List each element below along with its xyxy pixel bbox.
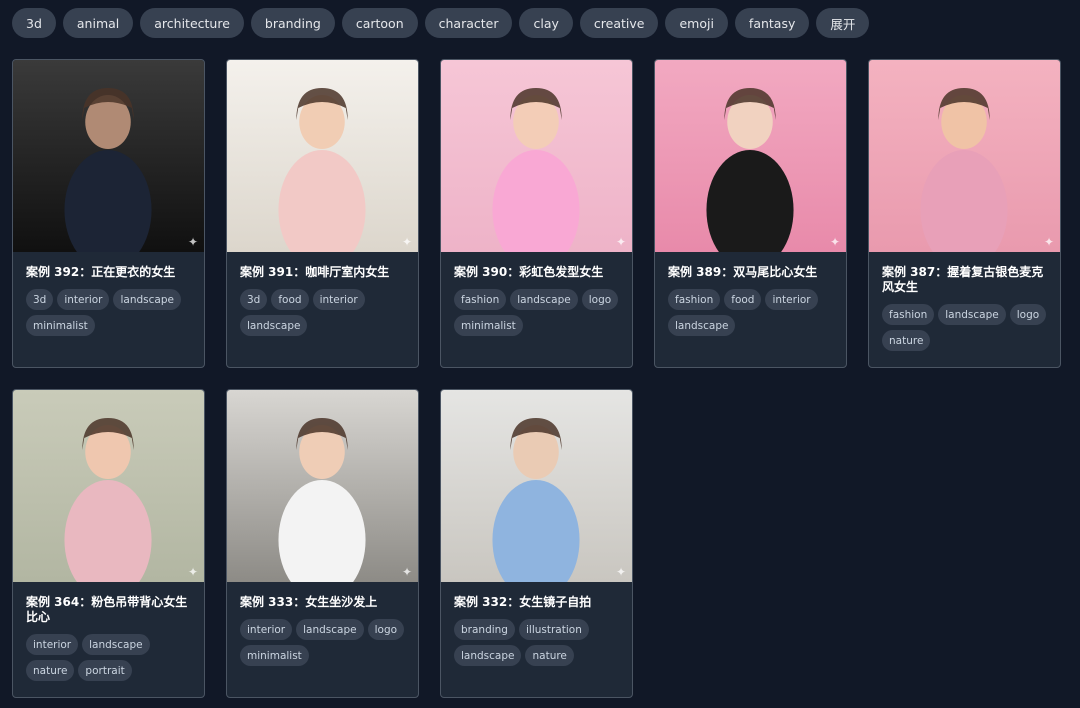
sparkle-icon: ✦	[615, 565, 626, 579]
tag-minimalist[interactable]: minimalist	[454, 315, 523, 336]
filter-chip-creative[interactable]: creative	[579, 8, 659, 38]
tag-landscape[interactable]: landscape	[113, 289, 181, 310]
sparkle-icon: ✦	[1043, 235, 1054, 249]
tag-list: interior landscape logo minimalist	[240, 619, 405, 666]
case-card[interactable]: ✦ 案例 392：正在更衣的女生 3d interior landscape minima…	[12, 59, 205, 368]
sparkle-icon: ✦	[401, 235, 412, 249]
filter-chip-clay[interactable]: clay	[519, 8, 573, 38]
tag-landscape[interactable]: landscape	[454, 645, 522, 666]
case-grid: ✦ 案例 392：正在更衣的女生 3d interior landscape minima…	[12, 59, 1061, 698]
filter-chip-character[interactable]: character	[424, 8, 513, 38]
case-card[interactable]: ✦ 案例 390：彩虹色发型女生 fashion landscape logo minim…	[440, 59, 633, 368]
filter-chip-architecture[interactable]: architecture	[140, 8, 244, 38]
sparkle-icon: ✦	[187, 235, 198, 249]
case-card[interactable]: ✦ 案例 364：粉色吊带背心女生比心 interior landscape natur…	[12, 389, 205, 698]
case-thumbnail[interactable]: ✦	[13, 60, 204, 252]
case-info: 案例 390：彩虹色发型女生 fashion landscape logo minima…	[441, 252, 632, 336]
tag-illustration[interactable]: illustration	[518, 619, 589, 640]
tag-3d[interactable]: 3d	[240, 289, 268, 310]
case-card[interactable]: ✦ 案例 389：双马尾比心女生 fashion food interior landsc…	[654, 59, 847, 368]
tag-3d[interactable]: 3d	[26, 289, 54, 310]
filter-chip-fantasy[interactable]: fantasy	[734, 8, 810, 38]
case-card[interactable]: ✦ 案例 387：握着复古银色麦克风女生 fashion landscape logo n…	[868, 59, 1061, 368]
tag-interior[interactable]: interior	[26, 634, 79, 655]
tag-nature[interactable]: nature	[26, 660, 75, 681]
tag-logo[interactable]: logo	[367, 619, 405, 640]
case-title: 案例 389：双马尾比心女生	[668, 265, 818, 279]
tag-minimalist[interactable]: minimalist	[240, 645, 309, 666]
case-info: 案例 392：正在更衣的女生 3d interior landscape minimal…	[13, 252, 204, 336]
tag-food[interactable]: food	[271, 289, 309, 310]
case-thumbnail[interactable]: ✦	[227, 390, 418, 582]
tag-interior[interactable]: interior	[765, 289, 818, 310]
tag-branding[interactable]: branding	[454, 619, 515, 640]
tag-landscape[interactable]: landscape	[668, 315, 736, 336]
tag-interior[interactable]: interior	[240, 619, 293, 640]
tag-nature[interactable]: nature	[525, 645, 574, 666]
tag-list: fashion landscape logo minimalist	[454, 289, 619, 336]
case-info: 案例 364：粉色吊带背心女生比心 interior landscape nature…	[13, 582, 204, 681]
tag-fashion[interactable]: fashion	[668, 289, 721, 310]
case-card[interactable]: ✦ 案例 332：女生镜子自拍 branding illustration landsc…	[440, 389, 633, 698]
filter-chip-emoji[interactable]: emoji	[665, 8, 728, 38]
tag-logo[interactable]: logo	[581, 289, 619, 310]
tag-nature[interactable]: nature	[882, 330, 931, 351]
tag-list: interior landscape nature portrait	[26, 634, 191, 681]
tag-landscape[interactable]: landscape	[510, 289, 578, 310]
tag-list: fashion landscape logo nature	[882, 304, 1047, 351]
sparkle-icon: ✦	[615, 235, 626, 249]
case-card[interactable]: ✦ 案例 333：女生坐沙发上 interior landscape logo minim…	[226, 389, 419, 698]
case-thumbnail[interactable]: ✦	[655, 60, 846, 252]
tag-list: fashion food interior landscape	[668, 289, 833, 336]
sparkle-icon: ✦	[401, 565, 412, 579]
case-info: 案例 389：双马尾比心女生 fashion food interior landsca…	[655, 252, 846, 336]
tag-fashion[interactable]: fashion	[454, 289, 507, 310]
expand-filters-button[interactable]: 展开	[816, 8, 870, 38]
tag-landscape[interactable]: landscape	[82, 634, 150, 655]
sparkle-icon: ✦	[187, 565, 198, 579]
case-title: 案例 387：握着复古银色麦克风女生	[882, 265, 1044, 294]
filter-chip-3d[interactable]: 3d	[12, 8, 56, 38]
filter-chip-branding[interactable]: branding	[250, 8, 335, 38]
case-info: 案例 387：握着复古银色麦克风女生 fashion landscape logo na…	[869, 252, 1060, 351]
case-title: 案例 391：咖啡厅室内女生	[240, 265, 390, 279]
tag-portrait[interactable]: portrait	[78, 660, 132, 681]
case-title: 案例 333：女生坐沙发上	[240, 595, 378, 609]
case-title: 案例 332：女生镜子自拍	[454, 595, 592, 609]
case-info: 案例 333：女生坐沙发上 interior landscape logo minima…	[227, 582, 418, 666]
case-card[interactable]: ✦ 案例 391：咖啡厅室内女生 3d food interior landscape	[226, 59, 419, 368]
tag-list: 3d interior landscape minimalist	[26, 289, 191, 336]
tag-interior[interactable]: interior	[312, 289, 365, 310]
case-title: 案例 390：彩虹色发型女生	[454, 265, 604, 279]
case-title: 案例 364：粉色吊带背心女生比心	[26, 595, 188, 624]
case-thumbnail[interactable]: ✦	[227, 60, 418, 252]
tag-list: 3d food interior landscape	[240, 289, 405, 336]
case-thumbnail[interactable]: ✦	[13, 390, 204, 582]
case-thumbnail[interactable]: ✦	[869, 60, 1060, 252]
tag-minimalist[interactable]: minimalist	[26, 315, 95, 336]
case-title: 案例 392：正在更衣的女生	[26, 265, 176, 279]
filter-chip-animal[interactable]: animal	[62, 8, 134, 38]
tag-logo[interactable]: logo	[1009, 304, 1047, 325]
tag-landscape[interactable]: landscape	[240, 315, 308, 336]
case-thumbnail[interactable]: ✦	[441, 60, 632, 252]
tag-landscape[interactable]: landscape	[938, 304, 1006, 325]
case-thumbnail[interactable]: ✦	[441, 390, 632, 582]
tag-list: branding illustration landscape nature	[454, 619, 619, 666]
tag-landscape[interactable]: landscape	[296, 619, 364, 640]
category-filter-bar: 3d animal architecture branding cartoon chara…	[12, 8, 870, 38]
tag-fashion[interactable]: fashion	[882, 304, 935, 325]
tag-food[interactable]: food	[724, 289, 762, 310]
case-info: 案例 391：咖啡厅室内女生 3d food interior landscape	[227, 252, 418, 336]
filter-chip-cartoon[interactable]: cartoon	[341, 8, 418, 38]
sparkle-icon: ✦	[829, 235, 840, 249]
tag-interior[interactable]: interior	[57, 289, 110, 310]
case-info: 案例 332：女生镜子自拍 branding illustration landsca…	[441, 582, 632, 666]
